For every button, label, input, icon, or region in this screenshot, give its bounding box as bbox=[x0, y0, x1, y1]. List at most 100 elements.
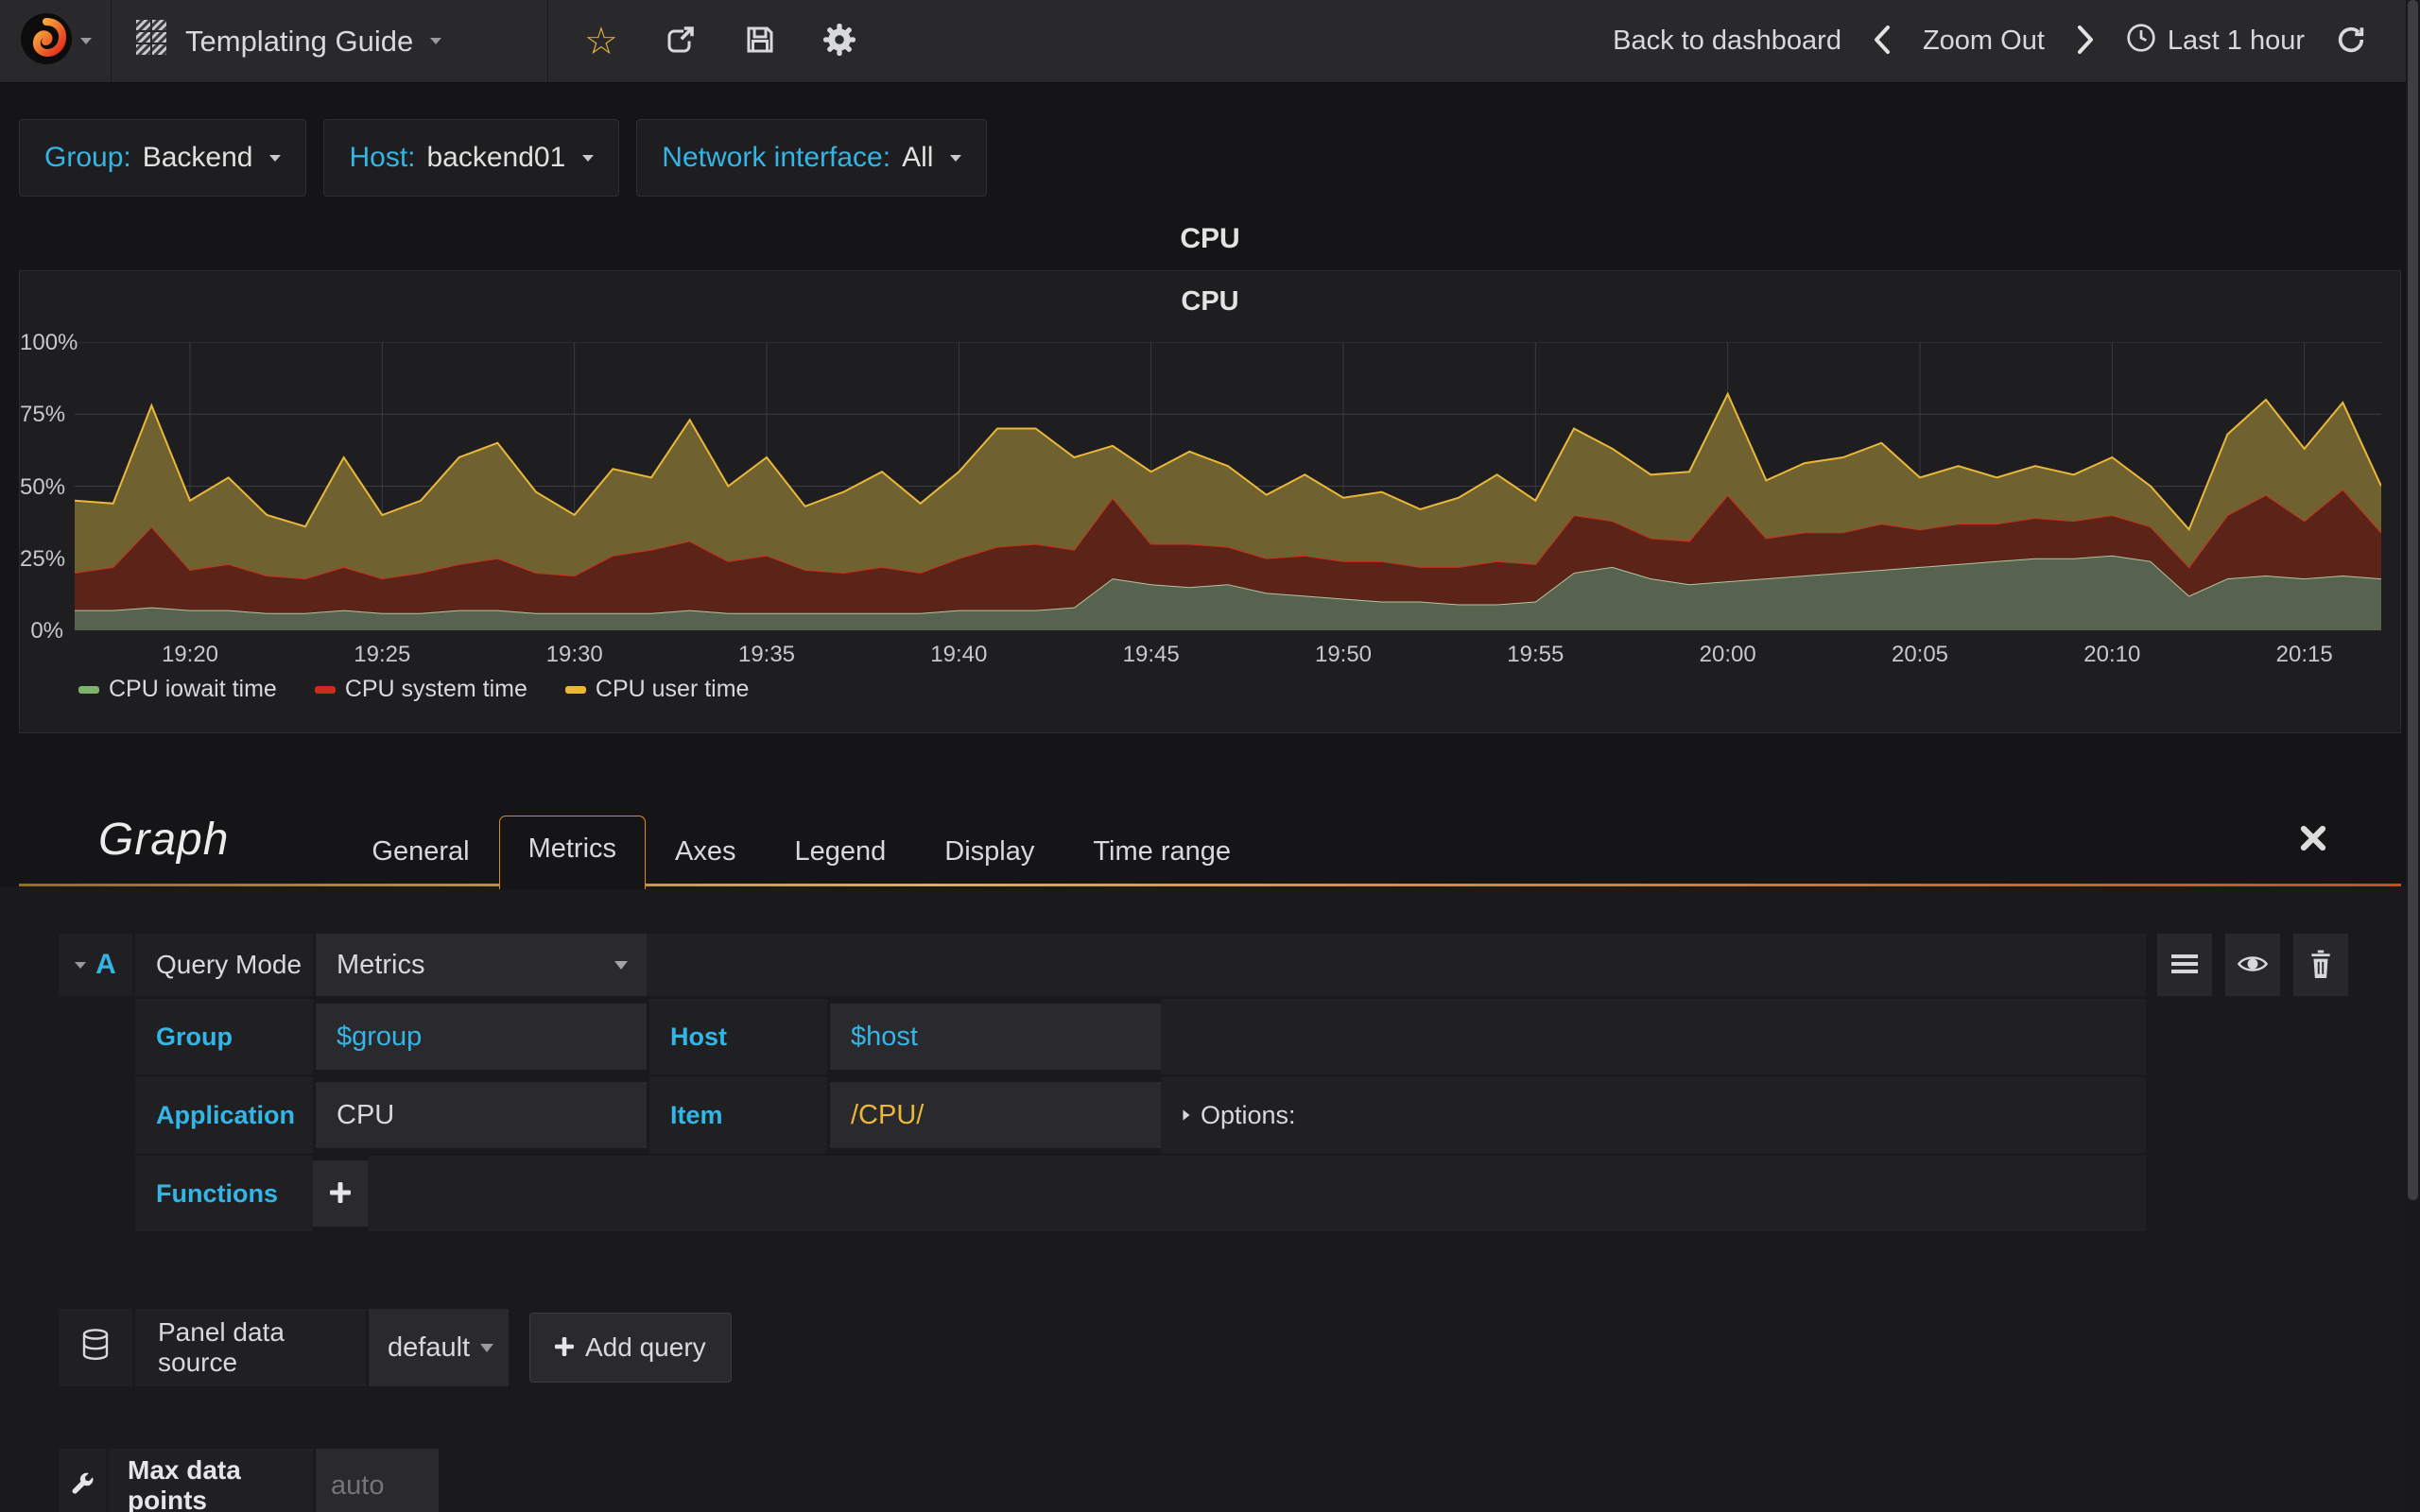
options-icon-cell bbox=[59, 1449, 106, 1512]
legend-label: CPU user time bbox=[595, 676, 750, 702]
x-axis-label: 20:05 bbox=[1891, 642, 1949, 667]
x-axis-label: 20:00 bbox=[1699, 642, 1756, 667]
query-menu-button[interactable] bbox=[2157, 934, 2212, 996]
x-axis-label: 19:30 bbox=[545, 642, 603, 667]
legend-item[interactable]: CPU iowait time bbox=[78, 676, 277, 703]
time-picker[interactable]: Last 1 hour bbox=[2126, 23, 2305, 60]
y-axis-label: 50% bbox=[20, 473, 66, 500]
application-input[interactable]: CPU bbox=[316, 1082, 647, 1148]
add-query-label: Add query bbox=[585, 1332, 706, 1362]
variable-label: Group: bbox=[44, 142, 131, 173]
query-collapse-toggle[interactable]: A bbox=[59, 934, 132, 996]
y-axis-label: 25% bbox=[20, 545, 66, 572]
dashboard-picker[interactable]: Templating Guide bbox=[112, 0, 548, 82]
variable-label: Host: bbox=[349, 142, 416, 173]
tab-general[interactable]: General bbox=[342, 818, 498, 886]
plus-icon bbox=[555, 1332, 574, 1363]
query-group-host-row: Group $group Host $host bbox=[135, 999, 2146, 1074]
share-dashboard-button[interactable] bbox=[664, 23, 698, 60]
close-editor-button[interactable] bbox=[2299, 824, 2327, 855]
tab-display[interactable]: Display bbox=[915, 818, 1063, 886]
query-ref-letter: A bbox=[95, 949, 116, 980]
host-input[interactable]: $host bbox=[830, 1004, 1161, 1070]
plus-icon bbox=[330, 1181, 351, 1206]
legend-swatch-icon bbox=[78, 685, 99, 694]
eye-icon bbox=[2237, 953, 2269, 978]
cpu-graph-panel: CPU 0% 25% 50% 75% 100% 19:20 19:25 19:30 19:35… bbox=[19, 270, 2401, 733]
clock-icon bbox=[2126, 23, 2156, 60]
caret-right-icon bbox=[1183, 1109, 1190, 1121]
options-label: Options: bbox=[1201, 1100, 1296, 1129]
add-function-button[interactable] bbox=[313, 1160, 368, 1227]
dashboard-title: Templating Guide bbox=[185, 24, 414, 58]
back-to-dashboard-button[interactable]: Back to dashboard bbox=[1613, 26, 1841, 57]
query-row-filler bbox=[647, 934, 2146, 996]
grafana-logo-icon bbox=[20, 12, 73, 70]
datasource-icon-cell bbox=[59, 1309, 132, 1386]
row-filler bbox=[368, 1156, 2146, 1231]
time-shift-left-button[interactable] bbox=[1872, 24, 1893, 59]
legend-label: CPU iowait time bbox=[109, 676, 277, 702]
tab-legend[interactable]: Legend bbox=[766, 818, 916, 886]
x-axis-label: 19:50 bbox=[1314, 642, 1373, 667]
zoom-out-button[interactable]: Zoom Out bbox=[1923, 26, 2045, 57]
time-range-label: Last 1 hour bbox=[2167, 26, 2305, 56]
tab-metrics[interactable]: Metrics bbox=[498, 816, 647, 889]
tab-axes[interactable]: Axes bbox=[646, 818, 765, 886]
group-input[interactable]: $group bbox=[316, 1004, 647, 1070]
metrics-tab-content: A Query Mode Metrics Group $group Host $… bbox=[0, 886, 2420, 1512]
refresh-button[interactable] bbox=[2335, 24, 2367, 59]
settings-button[interactable] bbox=[822, 23, 856, 60]
query-application-item-row: Application CPU Item /CPU/ Options: bbox=[135, 1077, 2146, 1153]
save-dashboard-button[interactable] bbox=[743, 23, 777, 60]
options-toggle[interactable]: Options: bbox=[1161, 1101, 1296, 1130]
query-functions-row: Functions bbox=[135, 1156, 2146, 1231]
query-mode-select[interactable]: Metrics bbox=[316, 934, 647, 996]
legend-item[interactable]: CPU system time bbox=[314, 676, 527, 703]
navbar-actions: ☆ bbox=[548, 0, 892, 82]
legend-item[interactable]: CPU user time bbox=[564, 676, 750, 703]
menu-icon bbox=[2171, 954, 2198, 977]
query-row-actions bbox=[2157, 934, 2348, 996]
close-icon bbox=[2299, 825, 2327, 855]
variable-value: Backend bbox=[142, 142, 253, 173]
chevron-down-icon bbox=[614, 960, 628, 970]
cpu-chart[interactable]: 0% 25% 50% 75% 100% bbox=[20, 330, 2381, 644]
chevron-left-icon bbox=[1872, 24, 1893, 59]
tab-time-range[interactable]: Time range bbox=[1063, 818, 1260, 886]
x-axis: 19:20 19:25 19:30 19:35 19:40 19:45 19:50 19:55… bbox=[75, 634, 2381, 672]
datasource-value: default bbox=[388, 1332, 471, 1363]
query-toggle-visibility-button[interactable] bbox=[2225, 934, 2280, 996]
x-axis-label: 20:10 bbox=[2083, 642, 2141, 667]
max-data-points-row: Max data points bbox=[59, 1449, 2420, 1512]
grafana-logo-menu[interactable] bbox=[0, 0, 112, 82]
star-dashboard-button[interactable]: ☆ bbox=[584, 23, 618, 60]
star-icon: ☆ bbox=[584, 20, 618, 62]
query-mode-label: Query Mode bbox=[135, 934, 313, 996]
scrollbar-thumb[interactable] bbox=[2408, 0, 2418, 1200]
graph-title: CPU bbox=[1181, 286, 1239, 317]
chevron-down-icon bbox=[480, 1343, 493, 1352]
y-axis-label: 100% bbox=[20, 330, 78, 355]
x-axis-label: 19:45 bbox=[1122, 642, 1180, 667]
chevron-right-icon bbox=[2075, 24, 2096, 59]
panel-title[interactable]: CPU bbox=[19, 223, 2401, 255]
x-axis-label: 20:15 bbox=[2275, 642, 2333, 667]
template-variables-row: Group: Backend Host: backend01 Network i… bbox=[19, 119, 2401, 197]
variable-group-dropdown[interactable]: Group: Backend bbox=[19, 119, 307, 197]
chevron-down-icon bbox=[950, 154, 962, 162]
max-data-points-input[interactable] bbox=[316, 1449, 439, 1512]
variable-network-interface-dropdown[interactable]: Network interface: All bbox=[636, 119, 988, 197]
query-delete-button[interactable] bbox=[2293, 934, 2348, 996]
datasource-select[interactable]: default bbox=[369, 1309, 509, 1386]
editor-tabs: General Metrics Axes Legend Display Time… bbox=[342, 816, 1260, 889]
legend-swatch-icon bbox=[564, 685, 586, 694]
navbar-right: Back to dashboard Zoom Out Last 1 hour bbox=[1613, 0, 2420, 82]
page-scrollbar[interactable] bbox=[2406, 0, 2420, 1512]
x-axis-label: 19:55 bbox=[1507, 642, 1564, 667]
y-axis-label: 0% bbox=[30, 618, 63, 644]
add-query-button[interactable]: Add query bbox=[529, 1313, 732, 1383]
item-input[interactable]: /CPU/ bbox=[830, 1082, 1161, 1148]
time-shift-right-button[interactable] bbox=[2075, 24, 2096, 59]
variable-host-dropdown[interactable]: Host: backend01 bbox=[323, 119, 620, 197]
